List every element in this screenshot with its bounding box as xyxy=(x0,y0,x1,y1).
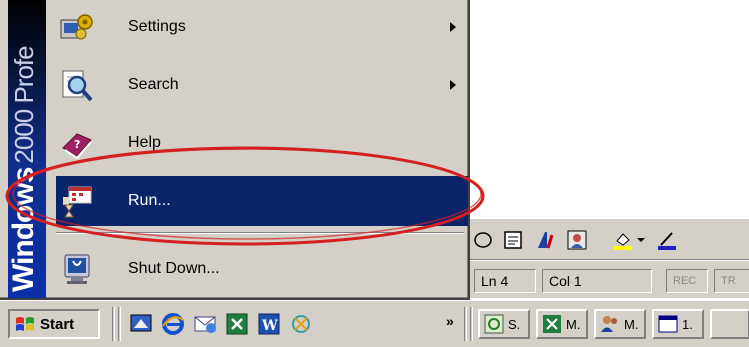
outlook-express-icon[interactable] xyxy=(192,311,218,337)
taskbar: Start W » S. M. M. 1. xyxy=(0,300,749,347)
taskbar-button-label: S. xyxy=(508,316,521,332)
submenu-arrow-icon xyxy=(450,22,456,32)
excel-icon xyxy=(542,314,562,334)
help-book-icon: ? xyxy=(56,123,98,163)
menu-item-shut-down[interactable]: Shut Down... xyxy=(56,244,468,294)
menu-item-label: Help xyxy=(128,134,161,151)
network-icon[interactable] xyxy=(288,311,314,337)
menu-item-label: Settings xyxy=(128,18,186,35)
svg-text:?: ? xyxy=(74,138,80,151)
window-icon xyxy=(658,314,678,334)
status-line: Ln 4 xyxy=(474,269,536,293)
line-color-icon[interactable] xyxy=(654,227,680,253)
svg-text:W: W xyxy=(261,318,278,334)
settings-icon xyxy=(56,7,98,47)
taskbar-button-sql[interactable]: S. xyxy=(478,309,530,339)
menu-item-help[interactable]: ? Help xyxy=(56,118,468,168)
menu-item-search[interactable]: Search xyxy=(56,60,468,110)
status-trk: TR xyxy=(714,269,749,293)
start-label: Start xyxy=(40,315,75,333)
submenu-arrow-icon xyxy=(450,80,456,90)
clipart-tool-icon[interactable] xyxy=(564,227,590,253)
menu-item-label: Search xyxy=(128,76,179,93)
menu-item-settings[interactable]: Settings xyxy=(56,2,468,52)
users-icon xyxy=(600,314,620,334)
taskbar-button-excel[interactable]: M. xyxy=(536,309,588,339)
show-desktop-icon[interactable] xyxy=(128,311,154,337)
run-icon xyxy=(56,181,98,221)
status-rec: REC xyxy=(666,269,708,293)
menu-item-run[interactable]: Run... xyxy=(56,176,468,226)
internet-explorer-icon[interactable] xyxy=(160,311,186,337)
taskbar-separator xyxy=(118,307,121,341)
taskbar-button-partial[interactable] xyxy=(710,309,749,339)
word-icon[interactable]: W xyxy=(256,311,282,337)
start-menu: Windows2000 Profe Settings Search ? Help… xyxy=(0,0,470,300)
menu-item-label: Shut Down... xyxy=(128,260,220,277)
taskbar-separator xyxy=(464,307,467,341)
start-button[interactable]: Start xyxy=(8,309,100,339)
windows-2000-brand-strip: Windows2000 Profe xyxy=(8,0,46,298)
brand-word-windows: Windows xyxy=(8,167,40,292)
fill-dropdown-arrow-icon[interactable] xyxy=(634,227,648,253)
taskbar-button-label: M. xyxy=(566,316,581,332)
status-bar: Ln 4 Col 1 REC TR xyxy=(470,260,749,298)
taskbar-button-label: M. xyxy=(624,316,639,332)
taskbar-button-label: 1. xyxy=(682,316,693,332)
drawing-toolbar xyxy=(470,218,749,260)
menu-separator xyxy=(56,232,464,234)
taskbar-separator xyxy=(470,307,473,341)
quicklaunch-overflow-chevron[interactable]: » xyxy=(446,313,454,329)
excel-icon[interactable] xyxy=(224,311,250,337)
brand-text: Windows2000 Profe xyxy=(8,46,41,292)
sql-icon xyxy=(484,314,504,334)
brand-word-edition: 2000 Profe xyxy=(9,46,39,164)
menu-item-label: Run... xyxy=(128,192,171,209)
status-column: Col 1 xyxy=(542,269,652,293)
oval-tool-icon[interactable] xyxy=(470,227,496,253)
textbox-tool-icon[interactable] xyxy=(500,227,526,253)
fill-color-icon[interactable] xyxy=(610,227,636,253)
shutdown-icon xyxy=(56,249,98,289)
wordart-tool-icon[interactable] xyxy=(532,227,558,253)
taskbar-button-window[interactable]: 1. xyxy=(652,309,704,339)
taskbar-separator xyxy=(112,307,115,341)
windows-flag-icon xyxy=(14,314,36,334)
search-icon xyxy=(56,65,98,105)
taskbar-button-users[interactable]: M. xyxy=(594,309,646,339)
